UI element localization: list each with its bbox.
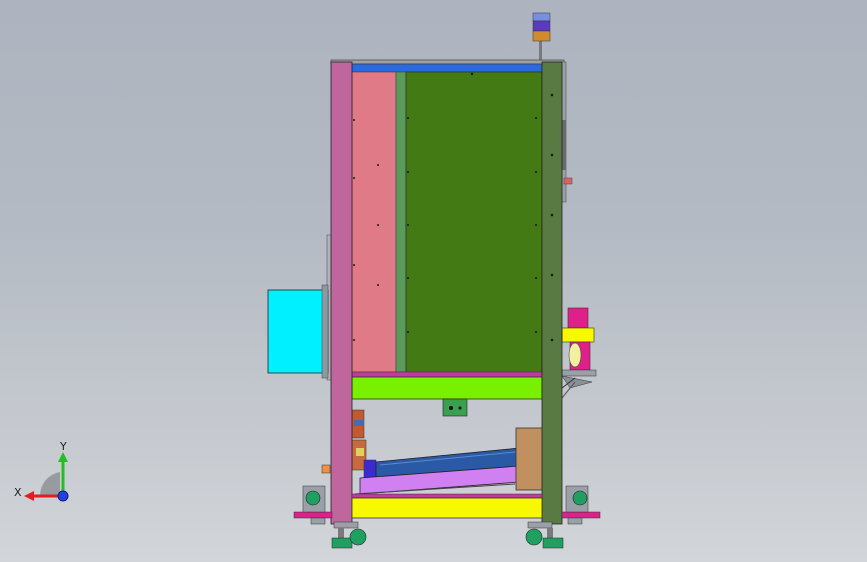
cyan-box-flange: [321, 284, 329, 379]
frame-top-edge: [330, 59, 565, 65]
green-strip: [395, 71, 407, 373]
lime-crossbeam: [351, 376, 543, 400]
y-axis-label: Y: [59, 440, 67, 453]
left-column: [330, 61, 353, 525]
right-red-knob: [563, 177, 573, 185]
right-column: [541, 61, 563, 525]
sensor-block: [442, 398, 468, 417]
machine-side-view: [267, 12, 601, 549]
axis-triad: Y X: [14, 440, 69, 502]
tan-drive-box: [515, 427, 545, 491]
z-axis-dot: [57, 490, 69, 502]
pink-panel: [351, 71, 397, 373]
green-main-panel: [405, 71, 543, 375]
cyan-electrical-box: [267, 289, 329, 374]
right-nozzle-assembly: [561, 307, 597, 399]
base-magenta-trim: [351, 493, 543, 499]
signal-tower: [532, 12, 551, 60]
top-blue-bar: [351, 63, 543, 73]
triad-arc: [39, 472, 60, 496]
cad-viewport[interactable]: Y X: [0, 0, 867, 562]
magenta-trim: [351, 371, 543, 378]
yellow-base-frame: [351, 497, 543, 519]
x-axis-label: X: [14, 486, 22, 499]
right-handle: [562, 120, 566, 170]
